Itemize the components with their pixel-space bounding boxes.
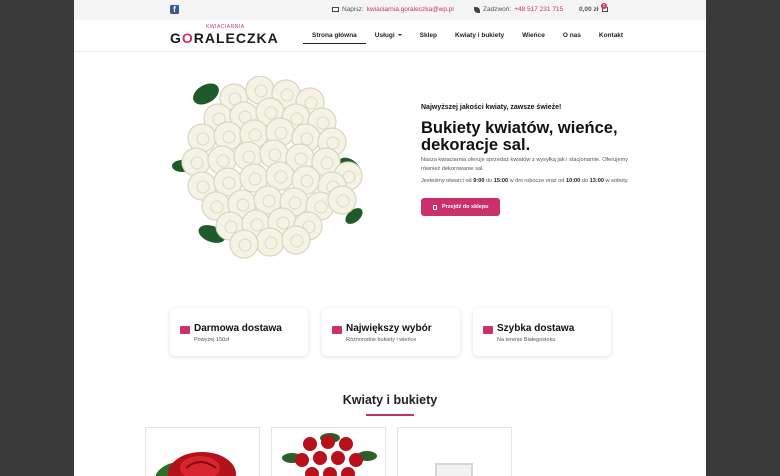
white-roses-bouquet-image [172, 76, 363, 259]
nav-contact-label: Kontakt [598, 32, 624, 39]
go-to-shop-button[interactable]: Przejdź do sklepu [421, 198, 501, 216]
nav-wreaths-label: Wieńce [522, 32, 545, 39]
email-link[interactable]: kwiaciarnia.goraleczka@wp.pl [367, 6, 454, 13]
hours-text-3: w dni robocze oraz od [509, 178, 565, 184]
feature-largest-selection: Największy wybór Różnorodne bukiety i wi… [322, 308, 460, 356]
hero-text: Najwyższej jakości kwiaty, zawsze świeże… [421, 104, 631, 216]
hours-saturday-open: 10:00 [565, 178, 581, 184]
hero-description: Nasza kwiaciarnia oferuje sprzedaż kwiat… [421, 157, 629, 172]
logo-text-start: G [170, 30, 182, 46]
hero-headline: Bukiety kwiatów, wieńce, dekoracje sal. [421, 119, 618, 154]
shopping-bag-icon [433, 204, 437, 210]
nav-services[interactable]: Usługi [366, 20, 411, 52]
phone-icon [474, 6, 480, 13]
nav-about-label: O nas [562, 32, 581, 39]
nav-contact[interactable]: Kontakt [590, 20, 632, 52]
hours-text-2: do [486, 178, 493, 184]
logo-rose-letter: O [181, 30, 194, 46]
feature-free-delivery: Darmowa dostawa Powyżej 150zł [170, 308, 308, 356]
go-to-shop-label: Przejdź do sklepu [442, 204, 489, 210]
feature-subtitle: Różnorodne bukiety i wieńce [346, 337, 417, 343]
hours-saturday-close: 13:00 [589, 178, 604, 184]
nav-shop-label: Sklep [419, 32, 437, 39]
nav-services-label: Usługi [374, 32, 395, 39]
feature-title: Największy wybór [346, 323, 432, 334]
phone-label: Zadzwoń: [483, 6, 512, 13]
product-card[interactable] [145, 427, 260, 476]
section-title: Kwiaty i bukiety [342, 393, 438, 407]
contact-phone[interactable]: Zadzwoń: +48 517 231 715 [474, 6, 563, 13]
logo-text-end: RALECZKA [193, 30, 279, 46]
feature-title: Szybka dostawa [497, 323, 575, 334]
cart-total: 0,00 zł [579, 6, 599, 13]
hours-weekday-open: 9:00 [473, 178, 485, 184]
nav-about[interactable]: O nas [554, 20, 590, 52]
feature-subtitle: Na terenie Białegostoku [497, 337, 556, 343]
section-title-underline [366, 414, 414, 416]
facebook-icon[interactable]: f [170, 5, 179, 14]
nav-flowers[interactable]: Kwiaty i bukiety [446, 20, 513, 52]
viewport-backdrop: f Napisz: kwiaciarnia.goraleczka@wp.pl Z… [0, 0, 780, 476]
site-header: KWIACIARNIA GORALECZKA Strona główna Usł… [74, 20, 706, 52]
hours-weekday-close: 15:00 [493, 178, 509, 184]
hours-text-5: w soboty. [605, 178, 629, 184]
image-placeholder-icon [435, 463, 473, 476]
phone-link[interactable]: +48 517 231 715 [514, 6, 563, 13]
contact-email[interactable]: Napisz: kwiaciarnia.goraleczka@wp.pl [332, 6, 454, 13]
red-bouquet-image [282, 433, 377, 476]
money-icon [483, 326, 493, 334]
feature-subtitle: Powyżej 150zł [194, 337, 230, 343]
product-card[interactable] [397, 427, 512, 476]
email-label: Napisz: [342, 6, 364, 13]
hero-tagline: Najwyższej jakości kwiaty, zawsze świeże… [421, 104, 562, 111]
hours-text-4: do [581, 178, 589, 184]
nav-home[interactable]: Strona główna [303, 20, 366, 52]
web-page: f Napisz: kwiaciarnia.goraleczka@wp.pl Z… [74, 0, 706, 476]
mail-icon [332, 7, 339, 12]
nav-flowers-label: Kwiaty i bukiety [455, 32, 505, 39]
cart-count-badge: 0 [601, 3, 607, 9]
nav-home-label: Strona główna [312, 32, 357, 39]
opening-hours: Jesteśmy otwarci od 9:00 do 15:00 w dni … [421, 177, 631, 186]
chevron-down-icon [397, 34, 402, 37]
nav-shop[interactable]: Sklep [411, 20, 446, 52]
red-rose-image [155, 452, 236, 476]
feature-title: Darmowa dostawa [194, 323, 282, 334]
product-card[interactable] [271, 427, 386, 476]
site-logo[interactable]: GORALECZKA [170, 30, 279, 46]
hours-text-1: Jesteśmy otwarci od [421, 178, 472, 184]
list-icon [332, 326, 342, 334]
top-bar: f Napisz: kwiaciarnia.goraleczka@wp.pl Z… [74, 0, 706, 20]
truck-icon [180, 326, 190, 334]
main-nav: Strona główna Usługi Sklep Kwiaty i buki… [303, 20, 632, 52]
nav-wreaths[interactable]: Wieńce [513, 20, 554, 52]
feature-fast-delivery: Szybka dostawa Na terenie Białegostoku [473, 308, 611, 356]
